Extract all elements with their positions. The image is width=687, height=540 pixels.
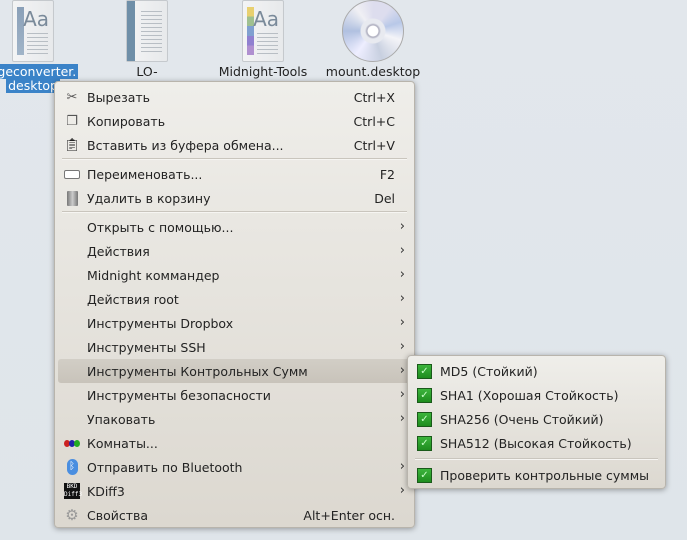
menu-item-rename[interactable]: Переименовать... F2	[58, 162, 411, 186]
menu-item-actions[interactable]: Действия ›	[58, 239, 411, 263]
shortcut: Ctrl+C	[353, 113, 395, 129]
menu-item-label: Копировать	[87, 113, 166, 129]
bluetooth-icon: ᛒ	[63, 458, 81, 476]
font-document-icon: Aa	[9, 0, 57, 62]
menu-item-label: Midnight коммандер	[87, 267, 220, 283]
shortcut: Alt+Enter осн.	[303, 507, 395, 523]
icon-label: mount.desktop	[325, 64, 421, 79]
text-document-icon	[123, 0, 171, 62]
gear-icon: ⚙	[65, 506, 79, 524]
menu-item-label: Отправить по Bluetooth	[87, 459, 243, 475]
menu-item-security[interactable]: Инструменты безопасности ›	[58, 383, 411, 407]
chevron-right-icon: ›	[399, 363, 405, 378]
font-document-icon: Aa	[239, 0, 287, 62]
menu-item-label: Упаковать	[87, 411, 156, 427]
paste-icon: 📋︎	[63, 137, 81, 153]
checksum-icon: ✓	[417, 435, 432, 451]
checksum-icon: ✓	[417, 411, 432, 427]
rename-icon	[63, 165, 81, 183]
shortcut: Ctrl+V	[353, 137, 395, 153]
submenu-item-sha256[interactable]: ✓ SHA256 (Очень Стойкий)	[411, 407, 662, 431]
menu-item-midnight-commander[interactable]: Midnight коммандер ›	[58, 263, 411, 287]
menu-item-trash[interactable]: Удалить в корзину Del	[58, 186, 411, 210]
menu-item-dropbox[interactable]: Инструменты Dropbox ›	[58, 311, 411, 335]
desktop-icon-midnight-tools[interactable]: Aa Midnight-Tools	[208, 0, 318, 79]
menu-item-root-actions[interactable]: Действия root ›	[58, 287, 411, 311]
menu-item-label: Комнаты...	[87, 435, 158, 451]
menu-item-label: SHA512 (Высокая Стойкость)	[440, 435, 632, 451]
separator	[415, 458, 658, 460]
copy-icon: ❐	[66, 113, 78, 129]
checksum-submenu: ✓ MD5 (Стойкий) ✓ SHA1 (Хорошая Стойкость)…	[407, 355, 666, 489]
shortcut: Ctrl+X	[353, 89, 395, 105]
menu-item-label: Вырезать	[87, 89, 151, 105]
chevron-right-icon: ›	[399, 459, 405, 474]
icon-label: ageconverter.	[0, 64, 79, 79]
menu-item-properties[interactable]: ⚙ Свойства Alt+Enter осн.	[58, 503, 411, 527]
submenu-item-md5[interactable]: ✓ MD5 (Стойкий)	[411, 359, 662, 383]
menu-item-label: Инструменты SSH	[87, 339, 206, 355]
desktop-icon-lo[interactable]: LO-	[92, 0, 202, 79]
menu-item-label: Инструменты безопасности	[87, 387, 271, 403]
checksum-icon: ✓	[417, 363, 432, 379]
menu-item-copy[interactable]: ❐ Копировать Ctrl+C	[58, 109, 411, 133]
chevron-right-icon: ›	[399, 267, 405, 282]
icon-label: LO-	[136, 64, 158, 79]
menu-item-label: Инструменты Контрольных Сумм	[87, 363, 308, 379]
menu-item-label: SHA256 (Очень Стойкий)	[440, 411, 604, 427]
separator	[62, 211, 407, 213]
menu-item-label: KDiff3	[87, 483, 125, 499]
separator	[62, 158, 407, 160]
menu-item-label: MD5 (Стойкий)	[440, 363, 538, 379]
menu-item-open-with[interactable]: Открыть с помощью... ›	[58, 215, 411, 239]
menu-item-label: Открыть с помощью...	[87, 219, 234, 235]
submenu-item-sha1[interactable]: ✓ SHA1 (Хорошая Стойкость)	[411, 383, 662, 407]
chevron-right-icon: ›	[399, 483, 405, 498]
kdiff3-icon: BKD Diff3	[64, 483, 83, 499]
menu-item-label: Инструменты Dropbox	[87, 315, 234, 331]
checksum-icon: ✓	[417, 387, 432, 403]
desktop-icon-mount[interactable]: mount.desktop	[318, 0, 428, 79]
chevron-right-icon: ›	[399, 291, 405, 306]
menu-item-bluetooth[interactable]: ᛒ Отправить по Bluetooth ›	[58, 455, 411, 479]
submenu-item-verify[interactable]: ✓ Проверить контрольные суммы	[411, 463, 662, 487]
desktop-icon-imageconverter[interactable]: Aa ageconverter.desktop	[0, 0, 88, 93]
shortcut: Del	[374, 190, 395, 206]
checksum-icon: ✓	[417, 467, 432, 483]
menu-item-label: Свойства	[87, 507, 149, 523]
context-menu: ✂ Вырезать Ctrl+X ❐ Копировать Ctrl+C 📋︎ Вста…	[54, 81, 415, 528]
menu-item-label: Вставить из буфера обмена...	[87, 137, 284, 153]
menu-item-label: Переименовать...	[87, 166, 203, 182]
chevron-right-icon: ›	[399, 219, 405, 234]
chevron-right-icon: ›	[399, 387, 405, 402]
chevron-right-icon: ›	[399, 411, 405, 426]
chevron-right-icon: ›	[399, 243, 405, 258]
chevron-right-icon: ›	[399, 339, 405, 354]
menu-item-label: Проверить контрольные суммы	[440, 467, 650, 483]
menu-item-checksums[interactable]: Инструменты Контрольных Сумм ›	[58, 359, 411, 383]
submenu-item-sha512[interactable]: ✓ SHA512 (Высокая Стойкость)	[411, 431, 662, 455]
menu-item-kdiff3[interactable]: BKD Diff3 KDiff3 ›	[58, 479, 411, 503]
menu-item-ssh[interactable]: Инструменты SSH ›	[58, 335, 411, 359]
cd-icon	[341, 0, 405, 62]
scissors-icon: ✂	[66, 89, 78, 105]
shortcut: F2	[379, 166, 395, 182]
icon-label: desktop	[6, 78, 60, 93]
menu-item-label: Удалить в корзину	[87, 190, 211, 206]
trash-icon	[63, 189, 81, 207]
menu-item-label: Действия root	[87, 291, 179, 307]
activities-icon	[63, 434, 81, 452]
icon-label: Midnight-Tools	[218, 64, 308, 79]
menu-item-paste[interactable]: 📋︎ Вставить из буфера обмена... Ctrl+V	[58, 133, 411, 157]
menu-item-activities[interactable]: Комнаты...	[58, 431, 411, 455]
menu-item-cut[interactable]: ✂ Вырезать Ctrl+X	[58, 85, 411, 109]
chevron-right-icon: ›	[399, 315, 405, 330]
menu-item-label: Действия	[87, 243, 150, 259]
menu-item-compress[interactable]: Упаковать ›	[58, 407, 411, 431]
menu-item-label: SHA1 (Хорошая Стойкость)	[440, 387, 619, 403]
